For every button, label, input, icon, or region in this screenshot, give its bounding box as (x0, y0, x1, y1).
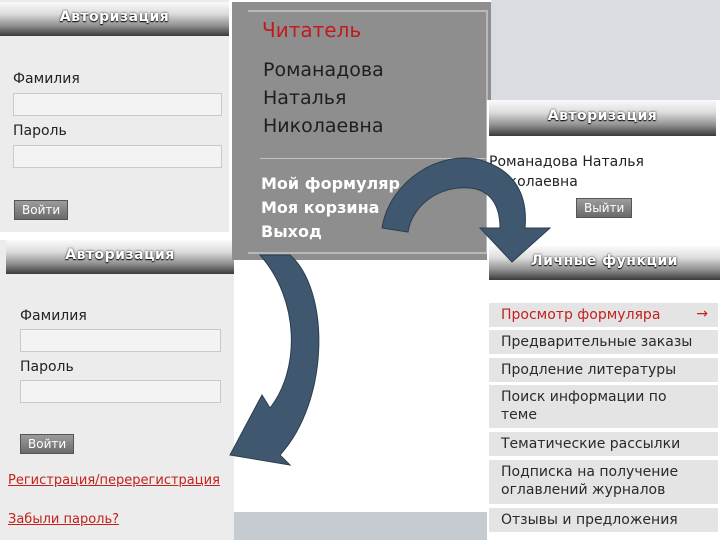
reader-name-line: Николаевна (263, 115, 384, 137)
auth-panel-bottom: Авторизация Фамилия Пароль Войти Регистр… (0, 240, 234, 540)
arrow-right-icon: → (696, 306, 708, 322)
login-button[interactable]: Войти (14, 200, 69, 220)
view-record-label: Просмотр формуляра (501, 307, 661, 323)
personal-functions-header: Личные функции (489, 246, 720, 280)
reader-name-line: Романадова (263, 59, 384, 81)
reader-title: Читатель (262, 18, 362, 42)
password-label: Пароль (13, 123, 67, 139)
login-button[interactable]: Войти (20, 434, 75, 454)
logged-user-name: Николаевна (489, 174, 578, 190)
feedback-link[interactable]: Отзывы и предложения (489, 508, 718, 532)
journal-toc-subscription-link[interactable]: Подписка на получение оглавлений журнало… (489, 460, 718, 504)
right-column: Авторизация Романадова Наталья Николаевн… (487, 100, 720, 540)
thematic-mailings-link[interactable]: Тематические рассылки (489, 432, 718, 456)
top-right-gray-area (491, 0, 720, 100)
curved-arrow-down-icon (229, 254, 320, 466)
reader-panel: Читатель Романадова Наталья Николаевна М… (232, 2, 491, 260)
auth-panel-top: Авторизация Фамилия Пароль Войти (0, 0, 229, 232)
bottom-gray-strip (234, 512, 488, 540)
password-input[interactable] (13, 145, 222, 168)
renew-literature-link[interactable]: Продление литературы (489, 358, 718, 382)
preorders-link[interactable]: Предварительные заказы (489, 330, 718, 354)
surname-input[interactable] (20, 329, 221, 352)
my-record-link[interactable]: Мой формуляр (261, 174, 400, 193)
logout-link[interactable]: Выход (261, 222, 322, 241)
auth-header-logged: Авторизация (489, 100, 716, 136)
topic-search-link[interactable]: Поиск информации по теме (489, 385, 718, 428)
forgot-password-link[interactable]: Забыли пароль? (8, 512, 119, 527)
logged-user-name: Романадова Наталья (489, 154, 644, 170)
view-record-link[interactable]: Просмотр формуляра → (489, 303, 718, 327)
surname-label: Фамилия (13, 71, 80, 87)
reader-divider (260, 158, 490, 159)
password-input[interactable] (20, 380, 221, 403)
reader-name-line: Наталья (263, 87, 347, 109)
register-link[interactable]: Регистрация/перерегистрация (8, 473, 220, 488)
auth-header-bottom: Авторизация (6, 240, 234, 274)
surname-input[interactable] (13, 93, 222, 116)
auth-header-top: Авторизация (0, 2, 229, 36)
logout-button[interactable]: Выйти (576, 198, 633, 218)
password-label: Пароль (20, 359, 74, 375)
surname-label: Фамилия (20, 308, 87, 324)
my-cart-link[interactable]: Моя корзина (261, 198, 379, 217)
